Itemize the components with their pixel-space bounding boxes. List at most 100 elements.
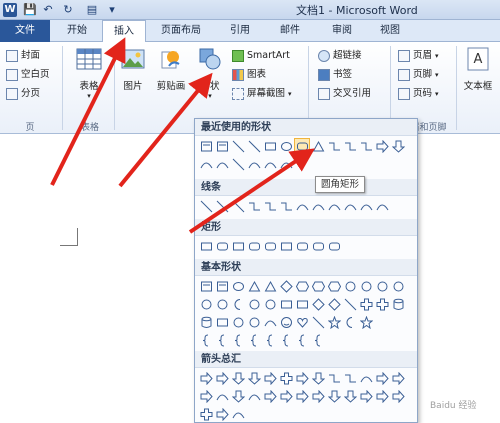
rect-shape[interactable] bbox=[295, 297, 309, 311]
footer-button[interactable]: 页脚 ▾ bbox=[398, 67, 439, 83]
arrowR-shape[interactable] bbox=[199, 371, 213, 385]
line-shape[interactable] bbox=[199, 199, 213, 213]
smile-shape[interactable] bbox=[279, 315, 293, 329]
chart-button[interactable]: 图表 bbox=[232, 67, 266, 83]
rrect-shape[interactable] bbox=[327, 239, 341, 253]
oval-shape[interactable] bbox=[231, 279, 245, 293]
arrowD-shape[interactable] bbox=[247, 371, 261, 385]
page-number-button[interactable]: 页码 ▾ bbox=[398, 86, 439, 102]
customize-icon[interactable]: ▾ bbox=[104, 2, 120, 18]
diamond-shape[interactable] bbox=[279, 279, 293, 293]
arrowR-shape[interactable] bbox=[263, 371, 277, 385]
rect-shape[interactable] bbox=[279, 297, 293, 311]
hex-shape[interactable] bbox=[327, 279, 341, 293]
header-button[interactable]: 页眉 ▾ bbox=[398, 48, 439, 64]
rect-shape[interactable] bbox=[199, 239, 213, 253]
curve-shape[interactable] bbox=[215, 389, 229, 403]
elbow-shape[interactable] bbox=[327, 371, 341, 385]
arrowR-shape[interactable] bbox=[359, 389, 373, 403]
curve-shape[interactable] bbox=[215, 157, 229, 171]
line-shape[interactable] bbox=[343, 297, 357, 311]
arrowR-shape[interactable] bbox=[263, 389, 277, 403]
line-shape[interactable] bbox=[247, 139, 261, 153]
circ-shape[interactable] bbox=[215, 297, 229, 311]
circ-shape[interactable] bbox=[375, 279, 389, 293]
circ-shape[interactable] bbox=[391, 279, 405, 293]
arrowR-shape[interactable] bbox=[311, 389, 325, 403]
arrowD-shape[interactable] bbox=[391, 139, 405, 153]
circ-shape[interactable] bbox=[199, 297, 213, 311]
picture-button[interactable]: 图片 bbox=[118, 46, 148, 92]
brace-shape[interactable] bbox=[231, 333, 245, 347]
arrowR-shape[interactable] bbox=[391, 371, 405, 385]
curve-shape[interactable] bbox=[231, 407, 245, 421]
moon-shape[interactable] bbox=[343, 315, 357, 329]
brace-shape[interactable] bbox=[311, 333, 325, 347]
page-break-button[interactable]: 分页 bbox=[6, 86, 40, 102]
hex-shape[interactable] bbox=[311, 279, 325, 293]
circ-shape[interactable] bbox=[231, 315, 245, 329]
arrowD-shape[interactable] bbox=[311, 371, 325, 385]
arrowR-shape[interactable] bbox=[215, 407, 229, 421]
plus-shape[interactable] bbox=[279, 371, 293, 385]
curve-shape[interactable] bbox=[359, 199, 373, 213]
arrowR-shape[interactable] bbox=[375, 139, 389, 153]
circ-shape[interactable] bbox=[359, 279, 373, 293]
arrowR-shape[interactable] bbox=[279, 389, 293, 403]
tab-file[interactable]: 文件 bbox=[0, 20, 50, 42]
brace-shape[interactable] bbox=[215, 333, 229, 347]
rrect-shape[interactable] bbox=[311, 239, 325, 253]
curve-shape[interactable] bbox=[279, 157, 293, 171]
tab-view[interactable]: 视图 bbox=[372, 20, 408, 42]
heart-shape[interactable] bbox=[295, 315, 309, 329]
arrowR-shape[interactable] bbox=[391, 389, 405, 403]
brace-shape[interactable] bbox=[199, 333, 213, 347]
tab-insert[interactable]: 插入 bbox=[102, 20, 146, 43]
line-shape[interactable] bbox=[231, 157, 245, 171]
rect-shape[interactable] bbox=[231, 239, 245, 253]
curve-shape[interactable] bbox=[263, 315, 277, 329]
plus-shape[interactable] bbox=[199, 407, 213, 421]
textbox-shape[interactable] bbox=[199, 279, 213, 293]
elbow-shape[interactable] bbox=[263, 199, 277, 213]
brace-shape[interactable] bbox=[247, 333, 261, 347]
diamond-shape[interactable] bbox=[311, 297, 325, 311]
rrect-shape[interactable] bbox=[295, 239, 309, 253]
redo-icon[interactable]: ↻ bbox=[60, 2, 76, 18]
cyl-shape[interactable] bbox=[199, 315, 213, 329]
bookmark-button[interactable]: 书签 bbox=[318, 67, 352, 83]
curve-shape[interactable] bbox=[263, 157, 277, 171]
rounded-rectangle-shape[interactable] bbox=[294, 138, 310, 154]
diamond-shape[interactable] bbox=[327, 297, 341, 311]
cross-reference-button[interactable]: 交叉引用 bbox=[318, 86, 371, 102]
textbox-shape[interactable] bbox=[199, 139, 213, 153]
elbow-shape[interactable] bbox=[247, 199, 261, 213]
arrowD-shape[interactable] bbox=[231, 371, 245, 385]
arrowD-shape[interactable] bbox=[327, 389, 341, 403]
line-shape[interactable] bbox=[231, 199, 245, 213]
line-shape[interactable] bbox=[311, 315, 325, 329]
circ-shape[interactable] bbox=[263, 297, 277, 311]
cyl-shape[interactable] bbox=[391, 297, 405, 311]
undo-icon[interactable]: ↶ bbox=[40, 2, 56, 18]
word-app-icon[interactable]: W bbox=[3, 3, 17, 17]
line-shape[interactable] bbox=[231, 139, 245, 153]
table-button[interactable]: 表格 ▾ bbox=[68, 46, 110, 100]
plus-shape[interactable] bbox=[359, 297, 373, 311]
curve-shape[interactable] bbox=[327, 199, 341, 213]
arrowD-shape[interactable] bbox=[231, 389, 245, 403]
curve-shape[interactable] bbox=[375, 199, 389, 213]
curve-shape[interactable] bbox=[343, 199, 357, 213]
rect-shape[interactable] bbox=[263, 139, 277, 153]
tab-home[interactable]: 开始 bbox=[58, 20, 96, 42]
arrowR-shape[interactable] bbox=[375, 371, 389, 385]
line-shape[interactable] bbox=[215, 199, 229, 213]
tab-references[interactable]: 引用 bbox=[222, 20, 258, 42]
brace-shape[interactable] bbox=[279, 333, 293, 347]
rrect-shape[interactable] bbox=[215, 239, 229, 253]
curve-shape[interactable] bbox=[359, 371, 373, 385]
arrowR-shape[interactable] bbox=[199, 389, 213, 403]
rrect-shape[interactable] bbox=[247, 239, 261, 253]
elbow-shape[interactable] bbox=[279, 199, 293, 213]
textbox-shape[interactable] bbox=[215, 279, 229, 293]
